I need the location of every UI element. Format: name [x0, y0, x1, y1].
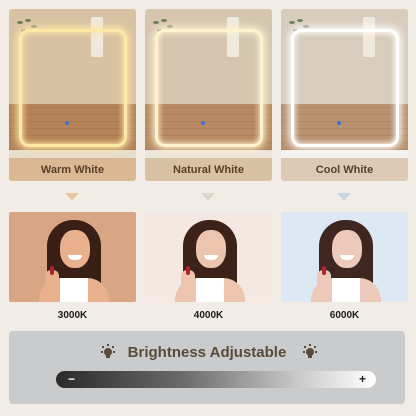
- warm-white-panel: Warm White: [9, 9, 136, 181]
- mode-label: Natural White: [145, 158, 272, 181]
- mode-label: Warm White: [9, 158, 136, 181]
- color-temp-label: 4000K: [193, 310, 224, 321]
- color-temp-label: 3000K: [57, 310, 88, 321]
- brightness-section: Brightness Adjustable − +: [9, 331, 405, 404]
- plus-icon[interactable]: +: [359, 371, 366, 388]
- down-arrow-icon: [337, 193, 351, 201]
- led-mirror: [19, 29, 127, 147]
- bulb-icon: [303, 344, 317, 360]
- touch-sensor-icon[interactable]: [201, 121, 205, 125]
- cool-white-panel: Cool White: [281, 9, 408, 181]
- lipstick: [322, 266, 326, 275]
- mode-label: Cool White: [281, 158, 408, 181]
- portrait-4000k: [145, 212, 272, 302]
- portrait-6000k: [281, 212, 408, 302]
- natural-white-panel: Natural White: [145, 9, 272, 181]
- touch-sensor-icon[interactable]: [65, 121, 69, 125]
- led-mirror: [291, 29, 399, 147]
- face: [60, 230, 90, 268]
- face: [196, 230, 226, 268]
- down-arrow-icon: [65, 193, 79, 201]
- down-arrow-icon: [201, 193, 215, 201]
- brightness-title: Brightness Adjustable: [127, 344, 287, 361]
- minus-icon[interactable]: −: [68, 371, 75, 388]
- led-mirror: [155, 29, 263, 147]
- face: [332, 230, 362, 268]
- lipstick: [50, 266, 54, 275]
- portrait-3000k: [9, 212, 136, 302]
- lipstick: [186, 266, 190, 275]
- color-temp-label: 6000K: [329, 310, 360, 321]
- brightness-slider[interactable]: − +: [56, 371, 376, 388]
- touch-sensor-icon[interactable]: [337, 121, 341, 125]
